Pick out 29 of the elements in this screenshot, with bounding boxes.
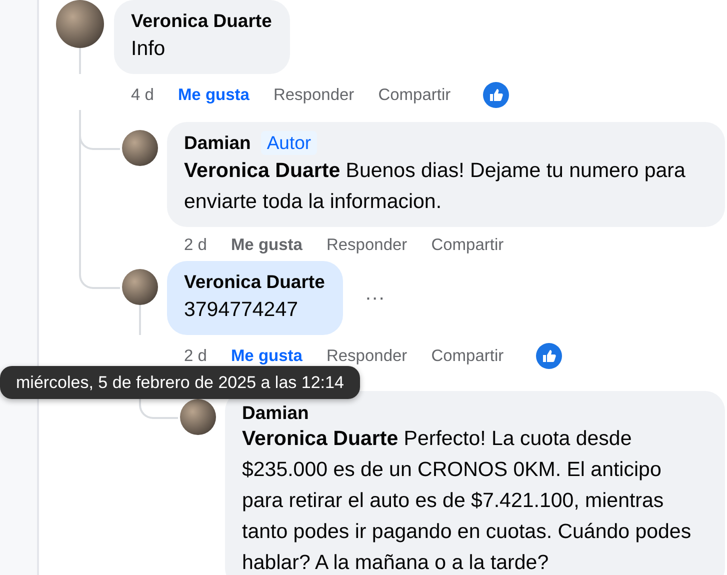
share-link[interactable]: Compartir	[431, 346, 504, 366]
author-name[interactable]: Damian	[184, 131, 251, 155]
comment-text: Veronica Duarte Buenos dias! Dejame tu numero para enviarte toda la informacion.	[184, 158, 686, 215]
like-link[interactable]: Me gusta	[230, 235, 302, 255]
avatar[interactable]	[180, 399, 216, 435]
like-reaction-icon	[482, 82, 509, 108]
timestamp[interactable]: 4 d	[131, 85, 154, 105]
reply-link[interactable]: Responder	[326, 346, 408, 366]
timestamp-tooltip: miércoles, 5 de febrero de 2025 a las 12:14	[0, 366, 360, 399]
share-link[interactable]: Compartir	[378, 85, 451, 105]
comment-text: 3794774247	[184, 297, 300, 323]
avatar[interactable]	[122, 130, 158, 166]
comment-text: Info	[131, 36, 166, 62]
reply-link[interactable]: Responder	[273, 85, 354, 105]
avatar[interactable]	[56, 0, 104, 48]
comment-text: Veronica Duarte Perfecto! La cuota desde $235.000 es de un CRONOS 0KM. El anticipo para retirar el auto es de $7.421.100, mientras tanto podes ir pagando en cuotas. Cuándo podes hablar? A la mañana o a la tarde?	[242, 426, 692, 575]
timestamp[interactable]: 2 d	[184, 346, 207, 366]
avatar[interactable]	[122, 269, 158, 305]
author-badge: Autor	[260, 131, 318, 155]
share-link[interactable]: Compartir	[431, 235, 504, 255]
reply-link[interactable]: Responder	[326, 235, 408, 255]
author-name[interactable]: Veronica Duarte	[184, 270, 325, 294]
like-link[interactable]: Me gusta	[230, 346, 302, 366]
like-link[interactable]: Me gusta	[178, 85, 250, 105]
author-name[interactable]: Veronica Duarte	[131, 9, 272, 33]
like-reaction-icon	[536, 343, 562, 369]
more-options-button[interactable]: ···	[360, 286, 389, 310]
author-name[interactable]: Damian	[242, 403, 309, 423]
timestamp[interactable]: 2 d	[184, 235, 207, 255]
